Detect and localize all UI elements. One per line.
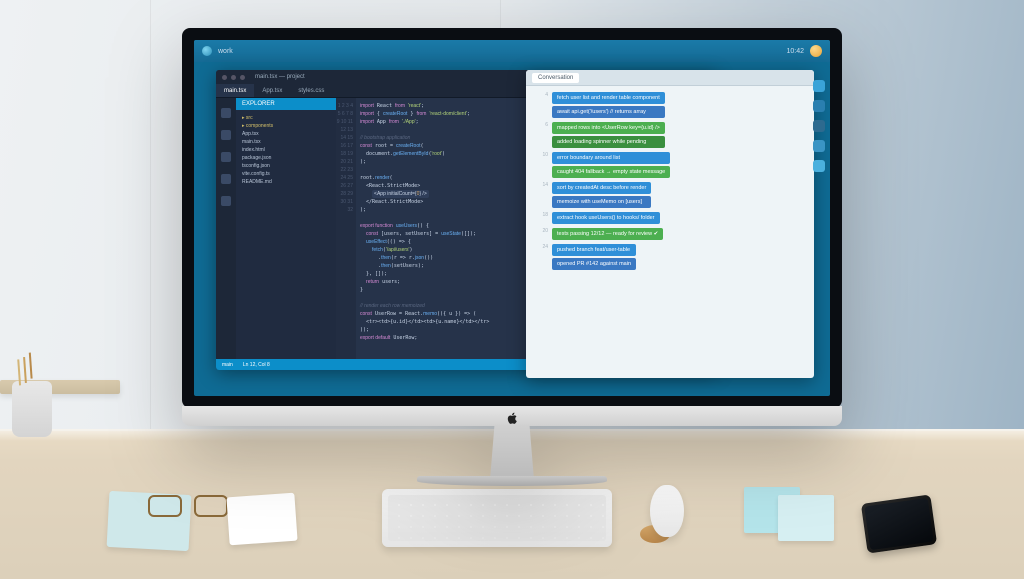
file-item[interactable]: App.tsx [242, 130, 330, 138]
mouse [650, 485, 684, 537]
files-icon[interactable] [221, 108, 231, 118]
chat-row: 14 sort by createdAt desc before render me… [534, 182, 806, 208]
git-icon[interactable] [221, 152, 231, 162]
chat-line-number: 14 [534, 182, 548, 188]
cursor-position-label: Ln 12, Col 8 [243, 362, 270, 368]
desk-scene: work 10:42 main.tsx — project m [0, 0, 1024, 579]
chat-row: 6 mapped rows into <UserRow key={u.id} />… [534, 122, 806, 148]
pencil-cup [12, 381, 52, 437]
file-item[interactable]: main.tsx [242, 138, 330, 146]
line-gutter: 1 2 3 4 5 6 7 8 9 10 11 12 13 14 15 16 1… [336, 98, 356, 359]
chat-tabs: Conversation [526, 70, 814, 86]
sticky-note [778, 495, 834, 541]
os-brand-label: work [218, 48, 233, 55]
chat-bubble: await api.get('/users') // returns array [552, 106, 665, 118]
os-menubar: work 10:42 [194, 40, 830, 62]
chat-bubble: memoize with useMemo on [users] [552, 196, 651, 208]
chat-tab-conversation[interactable]: Conversation [532, 73, 579, 83]
chat-bubble: tests passing 12/12 — ready for review ✔ [552, 228, 663, 240]
smartphone [861, 494, 937, 553]
chat-bubble: pushed branch feat/user-table [552, 244, 636, 256]
chat-row: 18 extract hook useUsers() to hooks/ fold… [534, 212, 806, 224]
editor-tab[interactable]: main.tsx [216, 84, 254, 97]
debug-icon[interactable] [221, 174, 231, 184]
dock-app-icon[interactable] [813, 120, 825, 132]
dock-app-icon[interactable] [813, 140, 825, 152]
user-avatar-icon [810, 45, 822, 57]
imac-monitor: work 10:42 main.tsx — project m [182, 28, 842, 458]
chat-line-number: 24 [534, 244, 548, 250]
window-control-icon[interactable] [231, 75, 236, 80]
chat-line-number: 10 [534, 152, 548, 158]
clock-label: 10:42 [786, 48, 804, 55]
chat-bubble: fetch user list and render table compone… [552, 92, 665, 104]
ide-title-label: main.tsx — project [255, 74, 305, 80]
chat-bubble: sort by createdAt desc before render [552, 182, 651, 194]
chat-bubble: mapped rows into <UserRow key={u.id} /> [552, 122, 665, 134]
chat-line-number: 4 [534, 92, 548, 98]
editor-tab[interactable]: App.tsx [254, 84, 290, 97]
eyeglasses [148, 495, 228, 517]
dock-app-icon[interactable] [813, 160, 825, 172]
editor-tab[interactable]: styles.css [290, 84, 332, 97]
keyboard [382, 489, 612, 547]
dock-app-icon[interactable] [813, 100, 825, 112]
paper-stack [226, 493, 297, 546]
chat-row: 4 fetch user list and render table compon… [534, 92, 806, 118]
window-control-icon[interactable] [222, 75, 227, 80]
folder-item[interactable]: ▸ src [242, 114, 330, 122]
chat-bubble: caught 404 fallback → empty state messag… [552, 166, 670, 178]
extensions-icon[interactable] [221, 196, 231, 206]
git-branch-label[interactable]: main [222, 362, 233, 368]
file-item[interactable]: index.html [242, 146, 330, 154]
wall-seam [150, 0, 151, 429]
chat-bubble: error boundary around list [552, 152, 670, 164]
file-item[interactable]: vite.config.ts [242, 170, 330, 178]
folder-item[interactable]: ▸ components [242, 122, 330, 130]
os-dock [813, 80, 827, 172]
chat-bubble: added loading spinner while pending [552, 136, 665, 148]
chat-bubble: opened PR #142 against main [552, 258, 636, 270]
dock-app-icon[interactable] [813, 80, 825, 92]
search-icon[interactable] [221, 130, 231, 140]
chat-row: 24 pushed branch feat/user-table opened PR… [534, 244, 806, 270]
chat-line-number: 6 [534, 122, 548, 128]
apple-logo-icon [505, 411, 519, 425]
screen: work 10:42 main.tsx — project m [194, 40, 830, 396]
file-explorer: EXPLORER ▸ src▸ components App.tsx main.… [236, 98, 336, 359]
monitor-base [417, 476, 607, 486]
file-item[interactable]: tsconfig.json [242, 162, 330, 170]
activity-bar [216, 98, 236, 359]
chat-panel: Conversation 4 fetch user list and render… [526, 70, 814, 378]
chat-row: 20 tests passing 12/12 — ready for review… [534, 228, 806, 240]
window-control-icon[interactable] [240, 75, 245, 80]
file-item[interactable]: package.json [242, 154, 330, 162]
chat-row: 10 error boundary around list caught 404 f… [534, 152, 806, 178]
file-item[interactable]: README.md [242, 178, 330, 186]
chat-body: 4 fetch user list and render table compon… [526, 86, 814, 378]
chat-bubble: extract hook useUsers() to hooks/ folder [552, 212, 660, 224]
chat-line-number: 18 [534, 212, 548, 218]
explorer-title: EXPLORER [236, 98, 336, 110]
monitor-bezel: work 10:42 main.tsx — project m [182, 28, 842, 408]
chat-line-number: 20 [534, 228, 548, 234]
os-logo-icon [202, 46, 212, 56]
